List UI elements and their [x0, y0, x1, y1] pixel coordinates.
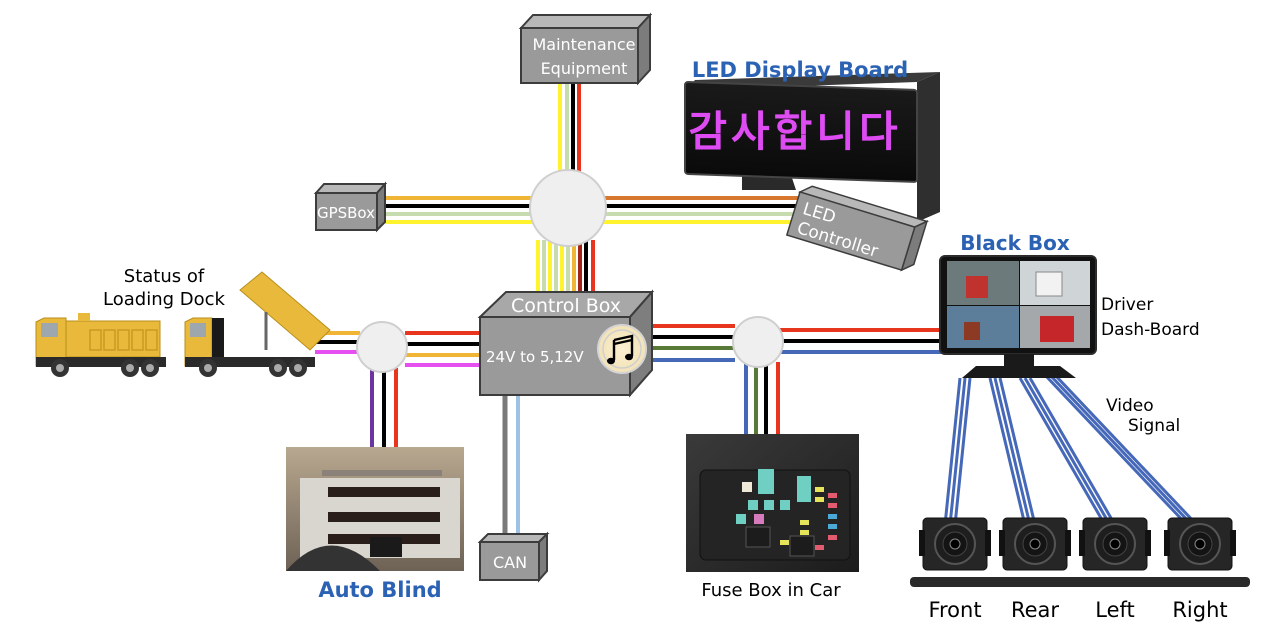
camera-front[interactable]: [919, 517, 991, 571]
system-diagram: Maintenance Equipment GPSBox 감사합니다 LED D…: [35, 12, 1250, 622]
camera-rear[interactable]: [999, 517, 1071, 571]
video-signal-line2: Signal: [1128, 416, 1180, 436]
camera-right[interactable]: [1164, 517, 1236, 571]
auto-blind-photo: [286, 447, 464, 571]
dashboard-label-line2: Dash-Board: [1101, 320, 1200, 340]
camera-label-right: Right: [1172, 598, 1227, 622]
loading-dock-label-line2: Loading Dock: [103, 289, 226, 310]
wire-video-rear: [998, 377, 1037, 526]
black-box-title: Black Box: [960, 231, 1070, 255]
control-box[interactable]: Control Box 24V to 5,12V: [477, 289, 655, 398]
wire-video-left: [1018, 377, 1107, 526]
camera-mount-bar: [910, 577, 1250, 587]
gps-box[interactable]: GPSBox: [313, 181, 388, 233]
wire-video-rear: [993, 377, 1032, 526]
fuse-box-photo: [686, 434, 859, 572]
can-box[interactable]: CAN: [477, 531, 550, 583]
camera-left[interactable]: [1079, 517, 1151, 571]
video-signal-line1: Video: [1106, 396, 1154, 416]
maintenance-label-line2: Equipment: [541, 59, 628, 78]
auto-blind-title: Auto Blind: [318, 578, 441, 602]
music-note-icon: [597, 324, 647, 374]
camera-row: Front Rear Left Right: [910, 517, 1250, 622]
wire-video-rear: [988, 377, 1027, 526]
led-display-title: LED Display Board: [692, 58, 908, 82]
maintenance-equipment-box[interactable]: Maintenance Equipment: [518, 12, 653, 86]
camera-label-front: Front: [928, 598, 981, 622]
hub-left: [356, 321, 408, 373]
black-box-monitor[interactable]: [939, 255, 1097, 378]
loading-dock-label-line1: Status of: [124, 266, 205, 287]
control-box-voltage: 24V to 5,12V: [486, 348, 584, 366]
control-box-title: Control Box: [511, 295, 621, 317]
can-label: CAN: [493, 553, 527, 572]
dump-truck-icon: [35, 313, 166, 377]
led-controller-box[interactable]: LED Controller: [785, 183, 930, 273]
led-display-text: 감사합니다: [688, 107, 901, 156]
camera-label-rear: Rear: [1011, 598, 1059, 622]
dashboard-label-line1: Driver: [1101, 295, 1153, 315]
hub-top: [529, 169, 607, 247]
fuse-box-label: Fuse Box in Car: [701, 580, 841, 601]
gpsbox-label: GPSBox: [317, 204, 375, 222]
maintenance-label-line1: Maintenance: [532, 35, 635, 54]
hub-right: [732, 316, 784, 368]
dump-truck-tipping-icon: [184, 271, 331, 377]
camera-label-left: Left: [1095, 598, 1135, 622]
